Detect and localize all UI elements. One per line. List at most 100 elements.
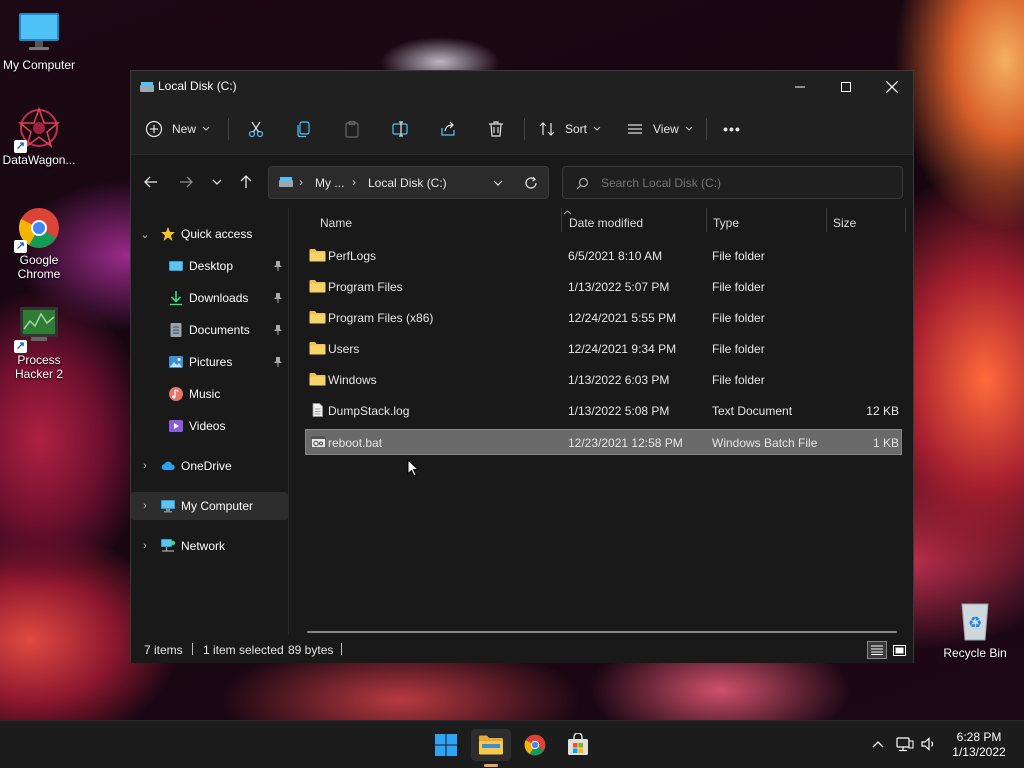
sort-label: Sort <box>565 122 588 136</box>
forward-button[interactable] <box>175 171 197 193</box>
windows-logo-icon <box>435 734 457 756</box>
column-header-name[interactable]: Name <box>320 208 560 238</box>
refresh-icon[interactable] <box>524 176 538 190</box>
more-options-button[interactable]: ••• <box>717 113 747 145</box>
column-divider[interactable] <box>706 208 707 232</box>
sidebar-item-documents[interactable]: Documents <box>131 316 288 344</box>
title-bar[interactable]: Local Disk (C:) <box>131 71 913 103</box>
back-button[interactable] <box>140 171 162 193</box>
new-label: New <box>172 122 197 136</box>
file-explorer-window: Local Disk (C:) New Sort View ••• › My .… <box>130 70 914 663</box>
pin-icon <box>273 324 283 336</box>
table-row[interactable]: Program Files 1/13/2022 5:07 PM File fol… <box>305 274 902 300</box>
system-clock[interactable]: 6:28 PM 1/13/2022 <box>946 730 1012 760</box>
delete-button[interactable] <box>481 113 511 145</box>
file-date: 6/5/2021 8:10 AM <box>568 249 663 263</box>
desktop-icon-my-computer[interactable]: My Computer <box>0 10 78 72</box>
search-input[interactable] <box>601 173 891 193</box>
desktop-icon-label: DataWagon... <box>2 153 76 167</box>
breadcrumb-my-computer[interactable]: My ... <box>315 176 344 190</box>
process-hacker-icon: ↗ <box>14 305 62 353</box>
horizontal-scrollbar[interactable] <box>307 631 897 633</box>
folder-icon <box>309 311 326 324</box>
column-label: Size <box>833 216 857 230</box>
taskbar-chrome[interactable] <box>515 729 555 761</box>
selection-count: 1 item selected <box>203 643 284 657</box>
sidebar-item-pictures[interactable]: Pictures <box>131 348 288 376</box>
taskbar-microsoft-store[interactable] <box>558 729 598 761</box>
chevron-down-icon[interactable]: ⌄ <box>139 228 151 241</box>
table-row[interactable]: reboot.bat 12/23/2021 12:58 PM Windows B… <box>305 429 902 455</box>
sidebar-item-desktop[interactable]: Desktop <box>131 252 288 280</box>
network-status-button[interactable] <box>896 735 914 753</box>
pin-icon <box>273 260 283 272</box>
column-header-date-modified[interactable]: Date modified <box>569 208 704 238</box>
details-view-button[interactable] <box>867 641 887 659</box>
sidebar-item-music[interactable]: Music <box>131 380 288 408</box>
sidebar-item-downloads[interactable]: Downloads <box>131 284 288 312</box>
text-file-icon <box>312 403 323 417</box>
desktop-icon-datawagon[interactable]: ↗ DataWagon... <box>0 105 78 167</box>
pictures-icon <box>169 356 183 368</box>
address-bar[interactable]: › My ... › Local Disk (C:) <box>268 166 549 199</box>
chevron-right-icon[interactable]: › <box>139 500 151 512</box>
trash-icon <box>489 121 503 137</box>
show-hidden-icons-button[interactable] <box>869 735 887 753</box>
file-date: 12/24/2021 9:34 PM <box>568 342 677 356</box>
copy-button[interactable] <box>289 113 319 145</box>
chevron-down-icon <box>202 126 210 131</box>
breadcrumb-local-disk[interactable]: Local Disk (C:) <box>368 176 447 190</box>
view-button[interactable]: View <box>626 113 694 145</box>
sidebar-item-network[interactable]: › Network <box>131 532 288 560</box>
search-box[interactable] <box>562 166 903 199</box>
monitor-icon <box>16 10 62 56</box>
volume-button[interactable] <box>920 735 938 753</box>
chevron-right-icon[interactable]: › <box>139 540 151 552</box>
folder-icon <box>309 249 326 262</box>
table-row[interactable]: Program Files (x86) 12/24/2021 5:55 PM F… <box>305 305 902 331</box>
videos-icon <box>169 420 183 432</box>
table-row[interactable]: Users 12/24/2021 9:34 PM File folder <box>305 336 902 362</box>
desktop-icon-process-hacker[interactable]: ↗ Process Hacker 2 <box>0 305 78 381</box>
large-icons-view-button[interactable] <box>890 641 908 659</box>
sidebar-item-videos[interactable]: Videos <box>131 412 288 440</box>
arrow-right-icon <box>180 176 193 188</box>
sidebar-item-label: OneDrive <box>181 459 232 473</box>
sidebar-item-quick-access[interactable]: ⌄ Quick access <box>131 220 288 248</box>
recycle-bin-icon: ♻ <box>952 598 998 644</box>
up-button[interactable] <box>235 171 257 193</box>
column-header-size[interactable]: Size <box>833 208 903 238</box>
new-button[interactable]: New <box>145 113 215 145</box>
close-button[interactable] <box>869 71 915 103</box>
column-divider[interactable] <box>905 208 906 232</box>
sort-button[interactable]: Sort <box>538 113 604 145</box>
maximize-button[interactable] <box>823 71 869 103</box>
sort-icon <box>539 122 555 136</box>
chevron-down-icon[interactable] <box>493 180 503 187</box>
taskbar-file-explorer[interactable] <box>471 729 511 761</box>
details-view-icon <box>871 645 883 655</box>
minimize-button[interactable] <box>777 71 823 103</box>
table-row[interactable]: PerfLogs 6/5/2021 8:10 AM File folder <box>305 243 902 269</box>
plus-circle-icon <box>145 120 163 138</box>
rename-button[interactable] <box>385 113 415 145</box>
table-row[interactable]: Windows 1/13/2022 6:03 PM File folder <box>305 367 902 393</box>
view-label: View <box>653 122 679 136</box>
column-divider[interactable] <box>826 208 827 232</box>
paste-button[interactable] <box>337 113 367 145</box>
recent-locations-button[interactable] <box>206 171 228 193</box>
share-button[interactable] <box>433 113 463 145</box>
sidebar-item-my-computer[interactable]: › My Computer <box>131 492 288 520</box>
column-header-type[interactable]: Type <box>713 208 823 238</box>
chevron-right-icon[interactable]: › <box>139 460 151 472</box>
copy-icon <box>297 121 310 138</box>
chevron-up-icon <box>872 741 884 748</box>
table-row[interactable]: DumpStack.log 1/13/2022 5:08 PM Text Doc… <box>305 398 902 424</box>
desktop-icon-recycle-bin[interactable]: ♻ Recycle Bin <box>936 598 1014 660</box>
desktop-icon-google-chrome[interactable]: ↗ Google Chrome <box>0 205 78 281</box>
cut-button[interactable] <box>241 113 271 145</box>
sidebar-item-onedrive[interactable]: › OneDrive <box>131 452 288 480</box>
start-button[interactable] <box>426 729 466 761</box>
shortcut-arrow-icon: ↗ <box>14 140 27 153</box>
column-divider[interactable] <box>561 208 562 232</box>
